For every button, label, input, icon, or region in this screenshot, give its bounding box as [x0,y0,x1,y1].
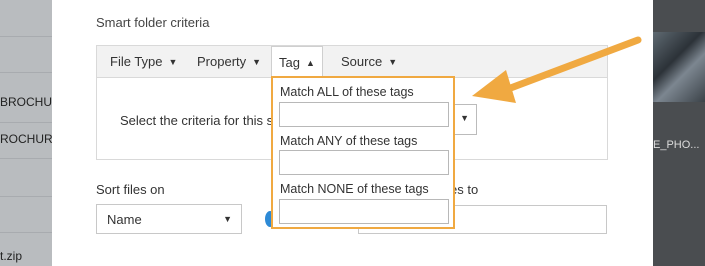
sort-select-value: Name [107,212,142,227]
caret-down-icon: ▼ [223,214,232,224]
tag-dropdown-panel: Match ALL of these tags Match ANY of the… [271,76,455,229]
list-item: BROCHU [0,95,52,109]
criteria-tabs: File Type ▼ Property ▼ Tag ▲ Source ▼ [97,46,607,79]
list-divider [0,122,52,123]
list-divider [0,232,52,233]
match-none-label: Match NONE of these tags [280,182,429,196]
match-any-label: Match ANY of these tags [280,134,418,148]
section-title: Smart folder criteria [96,15,210,30]
tab-property[interactable]: Property ▼ [197,46,261,77]
background-file-list-left: BROCHU ROCHUR t.zip [0,0,52,266]
match-none-input[interactable] [279,199,449,224]
caret-down-icon: ▼ [460,113,469,123]
list-item: ROCHUR [0,132,52,146]
tab-tag[interactable]: Tag ▲ [271,46,323,79]
caret-down-icon: ▼ [252,57,262,67]
caret-down-icon: ▼ [388,57,398,67]
list-item: t.zip [0,249,23,263]
tab-label: File Type [110,54,163,69]
sort-label: Sort files on [96,182,165,197]
list-divider [0,196,52,197]
match-all-label: Match ALL of these tags [280,85,414,99]
criteria-select[interactable]: ▼ [452,104,477,135]
list-divider [0,158,52,159]
tab-label: Tag [279,55,300,70]
tab-source[interactable]: Source ▼ [341,46,397,77]
photo-thumbnail [653,32,705,102]
caret-down-icon: ▼ [168,57,178,67]
tab-file-type[interactable]: File Type ▼ [110,46,177,77]
tab-label: Source [341,54,383,69]
caret-up-icon: ▲ [305,58,315,68]
thumbnail-caption: E_PHO... [653,139,700,151]
smart-folder-dialog: Smart folder criteria File Type ▼ Propert… [52,0,653,266]
sort-select[interactable]: Name ▼ [96,204,242,234]
match-any-input[interactable] [279,150,449,175]
list-divider [0,36,52,37]
tab-label: Property [197,54,247,69]
match-all-input[interactable] [279,102,449,127]
list-divider [0,72,52,73]
background-thumbnail-strip: E_PHO... [653,0,705,266]
criteria-hint: Select the criteria for this sm [120,113,284,128]
